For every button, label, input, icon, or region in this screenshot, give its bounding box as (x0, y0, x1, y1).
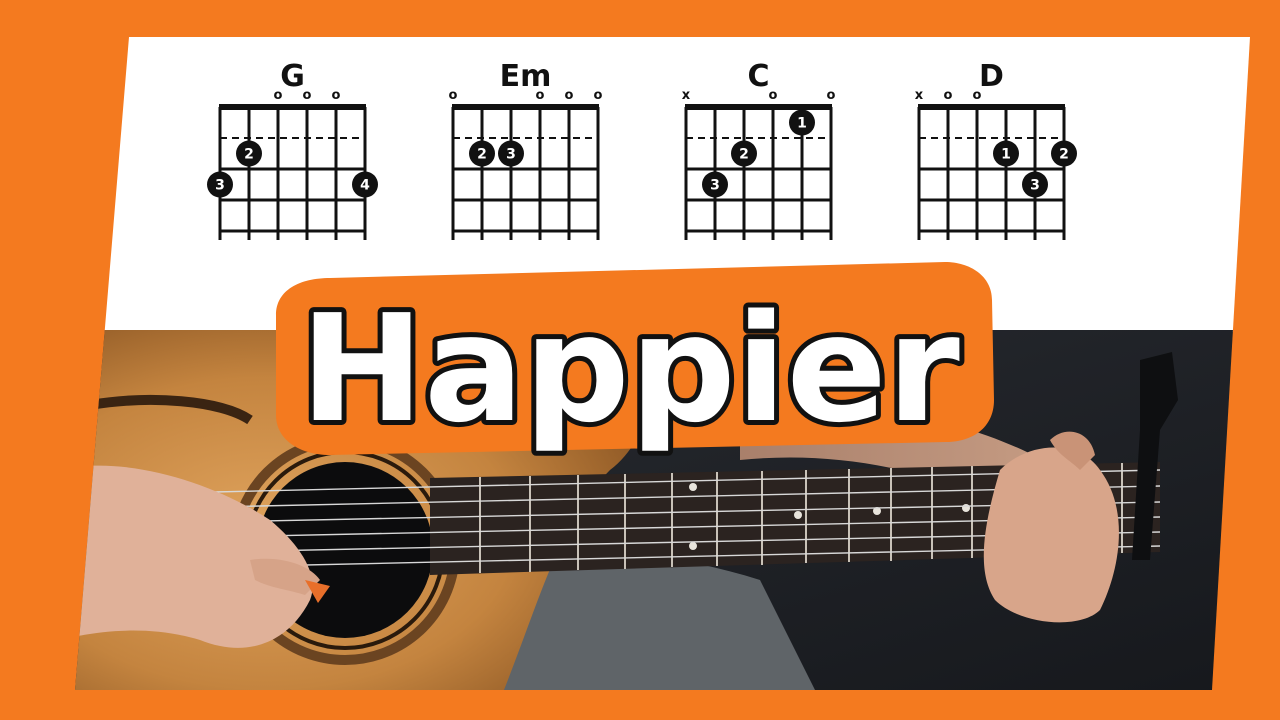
muted-string-marker: x (915, 88, 924, 103)
open-string-marker: o (944, 88, 953, 103)
finger-position: 3 (207, 171, 233, 198)
chord-name: C (747, 59, 769, 94)
title-text: Happier (300, 283, 960, 455)
chord-name: D (979, 59, 1004, 94)
chord-nut (219, 104, 366, 110)
chord-nut (918, 104, 1065, 110)
chord-nut (452, 104, 599, 110)
thumbnail-canvas: Go o o324Emo o o o2 3Cx o o123Dx o o1 23 Happier (0, 0, 1280, 720)
finger-position: 1 (789, 109, 815, 136)
finger-position: 4 (352, 171, 378, 198)
open-string-marker: o (536, 88, 545, 103)
chord-name: G (280, 59, 305, 94)
finger-number: 2 (739, 147, 749, 163)
open-string-marker: o (594, 88, 603, 103)
finger-position: 3 (1022, 171, 1048, 198)
open-string-marker: o (449, 88, 458, 103)
finger-position: 2 (1051, 140, 1077, 167)
finger-number: 1 (1001, 147, 1011, 163)
finger-number: 2 (244, 147, 254, 163)
finger-number: 1 (797, 116, 807, 132)
finger-position: 1 (993, 140, 1019, 167)
finger-position: 2 (731, 140, 757, 167)
fretting-hand (983, 447, 1119, 623)
open-string-marker: o (827, 88, 836, 103)
title-badge: Happier (276, 262, 994, 460)
finger-number: 3 (215, 178, 225, 194)
finger-position: 3 (498, 140, 524, 167)
finger-number: 4 (360, 178, 370, 194)
finger-number: 2 (1059, 147, 1069, 163)
finger-position: 2 (236, 140, 262, 167)
muted-string-marker: x (682, 88, 691, 103)
open-string-marker: o (303, 88, 312, 103)
open-string-marker: o (274, 88, 283, 103)
open-string-marker: o (332, 88, 341, 103)
open-string-marker: o (769, 88, 778, 103)
open-string-marker: o (973, 88, 982, 103)
finger-number: 3 (1030, 178, 1040, 194)
open-string-marker: o (565, 88, 574, 103)
finger-number: 3 (710, 178, 720, 194)
finger-position: 3 (702, 171, 728, 198)
finger-position: 2 (469, 140, 495, 167)
chord-nut (685, 104, 832, 110)
finger-number: 2 (477, 147, 487, 163)
finger-number: 3 (506, 147, 516, 163)
